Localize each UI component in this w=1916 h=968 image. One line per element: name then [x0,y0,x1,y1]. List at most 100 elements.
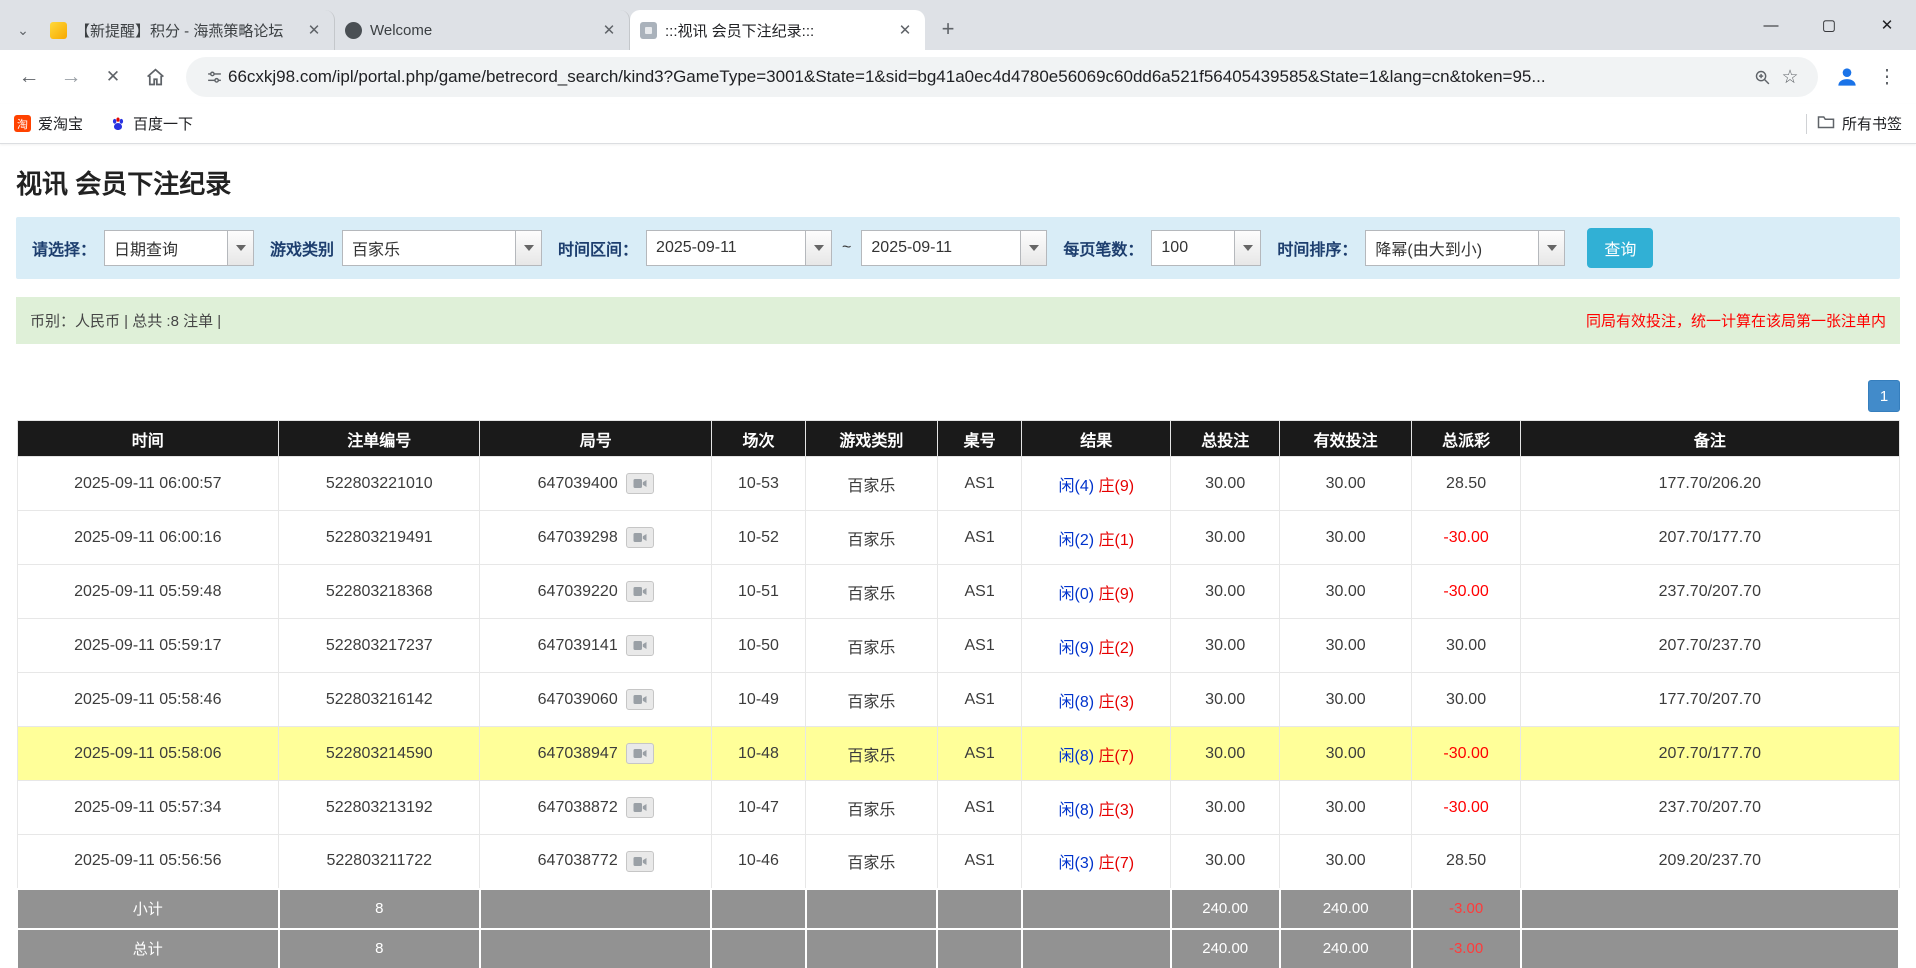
player-result: 闲(0) [1059,586,1095,603]
bookmark-aitaobao[interactable]: 淘 爱淘宝 [14,113,83,134]
cell-total-bet-link[interactable]: 30.00 [1171,619,1280,673]
cell-table-number: AS1 [937,457,1022,511]
game-type-value: 百家乐 [343,231,515,265]
cell-payout: 28.50 [1412,835,1521,889]
banker-result: 庄(7) [1099,855,1135,872]
tab-title: :::视讯 会员下注纪录::: [665,20,887,41]
cell-game-type: 百家乐 [806,781,938,835]
table-row: 2025-09-11 05:58:06 522803214590 6470389… [17,727,1899,781]
total-row: 总计 8 240.00 240.00 -3.00 [17,929,1899,968]
page-title: 视讯 会员下注纪录 [16,164,1916,201]
video-replay-icon[interactable] [626,473,654,494]
url-text[interactable]: 66cxkj98.com/ipl/portal.php/game/betreco… [228,67,1748,87]
sort-order-select[interactable]: 降幂(由大到小) [1365,230,1565,266]
date-from-input[interactable]: 2025-09-11 [646,230,832,266]
bookmark-label: 爱淘宝 [38,113,83,134]
address-bar[interactable]: 66cxkj98.com/ipl/portal.php/game/betreco… [186,57,1818,97]
chevron-down-icon[interactable] [1538,231,1564,265]
cell-table-number: AS1 [937,565,1022,619]
video-replay-icon[interactable] [626,689,654,710]
cell-time: 2025-09-11 05:58:46 [17,673,279,727]
cell-total-bet-link[interactable]: 30.00 [1171,457,1280,511]
chevron-down-icon[interactable] [1020,231,1046,265]
chevron-down-icon[interactable] [227,231,253,265]
search-button[interactable]: 查询 [1587,228,1653,268]
home-icon[interactable] [136,58,174,96]
total-valid-bet: 240.00 [1280,929,1412,968]
cell-total-bet-link[interactable]: 30.00 [1171,781,1280,835]
total-payout: -3.00 [1412,929,1521,968]
maximize-button[interactable]: ▢ [1800,0,1858,50]
video-replay-icon[interactable] [626,527,654,548]
subtotal-count: 8 [279,889,480,929]
chevron-down-icon[interactable] [805,231,831,265]
minimize-button[interactable]: — [1742,0,1800,50]
query-type-select[interactable]: 日期查询 [104,230,254,266]
close-button[interactable]: ✕ [1858,0,1916,50]
forward-icon[interactable]: → [52,58,90,96]
browser-tab-2[interactable]: Welcome ✕ [335,10,630,50]
cell-total-bet-link[interactable]: 30.00 [1171,673,1280,727]
browser-menu-icon[interactable]: ⋮ [1868,58,1906,96]
column-header: 时间 [17,421,279,457]
subtotal-total-bet: 240.00 [1171,889,1280,929]
profile-avatar-icon[interactable] [1830,60,1864,94]
cell-game-type: 百家乐 [806,619,938,673]
video-replay-icon[interactable] [626,851,654,872]
sort-order-label: 时间排序： [1277,236,1357,260]
round-number: 647039400 [538,475,618,493]
pagination: 1 [16,380,1900,412]
tab-close-icon[interactable]: ✕ [895,20,915,40]
bookmark-star-icon[interactable]: ☆ [1776,63,1804,91]
tab-close-icon[interactable]: ✕ [304,20,324,40]
date-range-tilde: ~ [842,239,851,257]
browser-tab-active[interactable]: :::视讯 会员下注纪录::: ✕ [630,10,925,50]
cell-payout: 30.00 [1412,673,1521,727]
zoom-icon[interactable] [1748,63,1776,91]
cell-bet-id: 522803214590 [279,727,480,781]
cell-payout: 28.50 [1412,457,1521,511]
tab-title: Welcome [370,22,591,39]
stop-icon[interactable]: ✕ [94,58,132,96]
cell-total-bet-link[interactable]: 30.00 [1171,511,1280,565]
tab-strip: ⌄ 【新提醒】积分 - 海燕策略论坛 ✕ Welcome ✕ :::视讯 会员下… [0,0,1916,50]
cell-session: 10-48 [711,727,805,781]
table-row: 2025-09-11 05:58:46 522803216142 6470390… [17,673,1899,727]
round-number: 647039060 [538,691,618,709]
filter-bar: 请选择： 日期查询 游戏类别 百家乐 时间区间： 2025-09-11 ~ 20… [16,217,1900,279]
tab-close-icon[interactable]: ✕ [599,20,619,40]
total-total-bet: 240.00 [1171,929,1280,968]
column-header: 注单编号 [279,421,480,457]
site-info-icon[interactable] [200,63,228,91]
subtotal-row: 小计 8 240.00 240.00 -3.00 [17,889,1899,929]
cell-valid-bet: 30.00 [1280,727,1412,781]
cell-note: 177.70/207.70 [1521,673,1899,727]
browser-tab-1[interactable]: 【新提醒】积分 - 海燕策略论坛 ✕ [40,10,335,50]
all-bookmarks-label: 所有书签 [1842,113,1902,134]
cell-total-bet-link[interactable]: 30.00 [1171,835,1280,889]
cell-round: 647038872 [480,781,711,835]
subtotal-label: 小计 [17,889,279,929]
column-header: 结果 [1022,421,1171,457]
video-replay-icon[interactable] [626,797,654,818]
video-replay-icon[interactable] [626,581,654,602]
date-to-input[interactable]: 2025-09-11 [861,230,1047,266]
page-size-select[interactable]: 100 [1151,230,1261,266]
cell-total-bet-link[interactable]: 30.00 [1171,727,1280,781]
game-type-select[interactable]: 百家乐 [342,230,542,266]
tab-search-chevron-icon[interactable]: ⌄ [6,10,40,50]
round-number: 647038872 [538,799,618,817]
page-1-button[interactable]: 1 [1868,380,1900,412]
video-replay-icon[interactable] [626,743,654,764]
cell-round: 647038772 [480,835,711,889]
chevron-down-icon[interactable] [515,231,541,265]
new-tab-button[interactable]: + [931,12,965,46]
query-type-label: 请选择： [32,236,96,260]
chevron-down-icon[interactable] [1234,231,1260,265]
back-icon[interactable]: ← [10,58,48,96]
bookmark-baidu[interactable]: 百度一下 [109,113,193,134]
cell-note: 207.70/177.70 [1521,511,1899,565]
video-replay-icon[interactable] [626,635,654,656]
all-bookmarks-button[interactable]: 所有书签 [1817,113,1902,134]
cell-total-bet-link[interactable]: 30.00 [1171,565,1280,619]
